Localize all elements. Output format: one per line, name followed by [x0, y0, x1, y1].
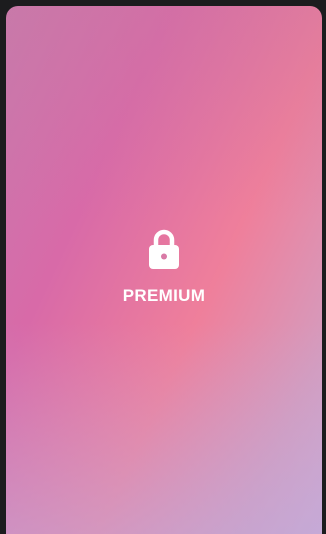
premium-lock-overlay: PREMIUM [6, 228, 322, 306]
premium-card[interactable]: PREMIUM [6, 6, 322, 534]
lock-icon [149, 229, 179, 269]
premium-label: PREMIUM [122, 286, 206, 305]
